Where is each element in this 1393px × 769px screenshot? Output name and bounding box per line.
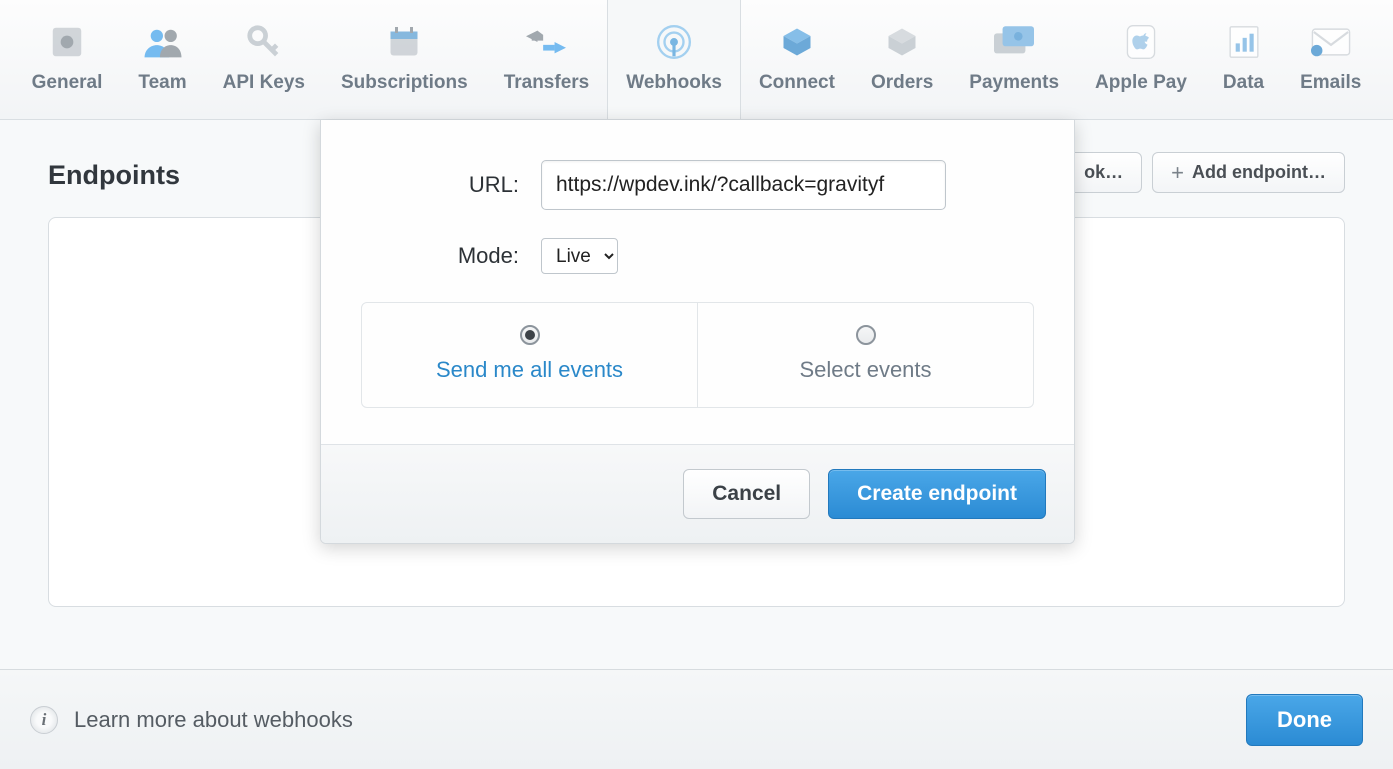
email-icon <box>1311 22 1351 62</box>
tab-label: Orders <box>871 72 933 94</box>
gear-icon <box>47 22 87 62</box>
footer-bar: i Learn more about webhooks Done <box>0 669 1393 769</box>
radio-icon <box>856 325 876 345</box>
mode-label: Mode: <box>361 243 541 269</box>
tab-team[interactable]: Team <box>120 0 204 119</box>
option-label: Send me all events <box>436 357 623 383</box>
done-button[interactable]: Done <box>1246 694 1363 746</box>
button-label: Cancel <box>712 482 781 505</box>
tab-label: Payments <box>969 72 1059 94</box>
tab-label: Connect <box>759 72 835 94</box>
footer-left: i Learn more about webhooks <box>30 706 353 734</box>
event-mode-choice: Send me all events Select events <box>361 302 1034 408</box>
endpoint-toolbar: ok… + Add endpoint… <box>1065 152 1345 193</box>
tab-data[interactable]: Data <box>1205 0 1282 119</box>
add-endpoint-modal: URL: Mode: Live Send me all events Selec… <box>320 120 1075 544</box>
info-icon: i <box>30 706 58 734</box>
add-endpoint-button[interactable]: + Add endpoint… <box>1152 152 1345 193</box>
team-icon <box>143 22 183 62</box>
button-label: Add endpoint… <box>1192 162 1326 183</box>
connect-icon <box>777 22 817 62</box>
webhook-icon <box>654 22 694 62</box>
tab-label: Apple Pay <box>1095 72 1187 94</box>
key-icon <box>244 22 284 62</box>
radio-icon <box>520 325 540 345</box>
tab-payments[interactable]: Payments <box>951 0 1077 119</box>
button-label: Create endpoint <box>857 482 1017 505</box>
select-events-option[interactable]: Select events <box>697 303 1033 407</box>
tab-transfers[interactable]: Transfers <box>486 0 608 119</box>
tab-api-keys[interactable]: API Keys <box>205 0 323 119</box>
tab-general[interactable]: General <box>14 0 121 119</box>
payments-icon <box>994 22 1034 62</box>
data-icon <box>1224 22 1264 62</box>
transfers-icon <box>526 22 566 62</box>
button-label: Done <box>1277 707 1332 732</box>
modal-body: URL: Mode: Live Send me all events Selec… <box>321 120 1074 408</box>
option-label: Select events <box>799 357 931 383</box>
tab-label: Transfers <box>504 72 590 94</box>
tab-orders[interactable]: Orders <box>853 0 951 119</box>
tab-webhooks[interactable]: Webhooks <box>607 0 741 119</box>
tab-subscriptions[interactable]: Subscriptions <box>323 0 486 119</box>
tab-label: General <box>32 72 103 94</box>
tab-emails[interactable]: Emails <box>1282 0 1379 119</box>
settings-navigation: General Team API Keys Subscriptions Tran… <box>0 0 1393 120</box>
url-label: URL: <box>361 172 541 198</box>
orders-icon <box>882 22 922 62</box>
tab-label: Data <box>1223 72 1264 94</box>
calendar-icon <box>384 22 424 62</box>
mode-select[interactable]: Live <box>541 238 618 274</box>
tab-label: Team <box>138 72 186 94</box>
learn-more-link[interactable]: Learn more about webhooks <box>74 707 353 733</box>
tab-apple-pay[interactable]: Apple Pay <box>1077 0 1205 119</box>
button-label: ok… <box>1084 162 1123 183</box>
tab-label: Emails <box>1300 72 1361 94</box>
modal-footer: Cancel Create endpoint <box>321 444 1074 543</box>
url-input[interactable] <box>541 160 946 210</box>
tab-label: Subscriptions <box>341 72 468 94</box>
apple-icon <box>1121 22 1161 62</box>
tab-label: API Keys <box>223 72 305 94</box>
partial-button[interactable]: ok… <box>1065 152 1142 193</box>
send-all-events-option[interactable]: Send me all events <box>362 303 697 407</box>
tab-connect[interactable]: Connect <box>741 0 853 119</box>
create-endpoint-button[interactable]: Create endpoint <box>828 469 1046 519</box>
tab-label: Webhooks <box>626 72 722 94</box>
cancel-button[interactable]: Cancel <box>683 469 810 519</box>
